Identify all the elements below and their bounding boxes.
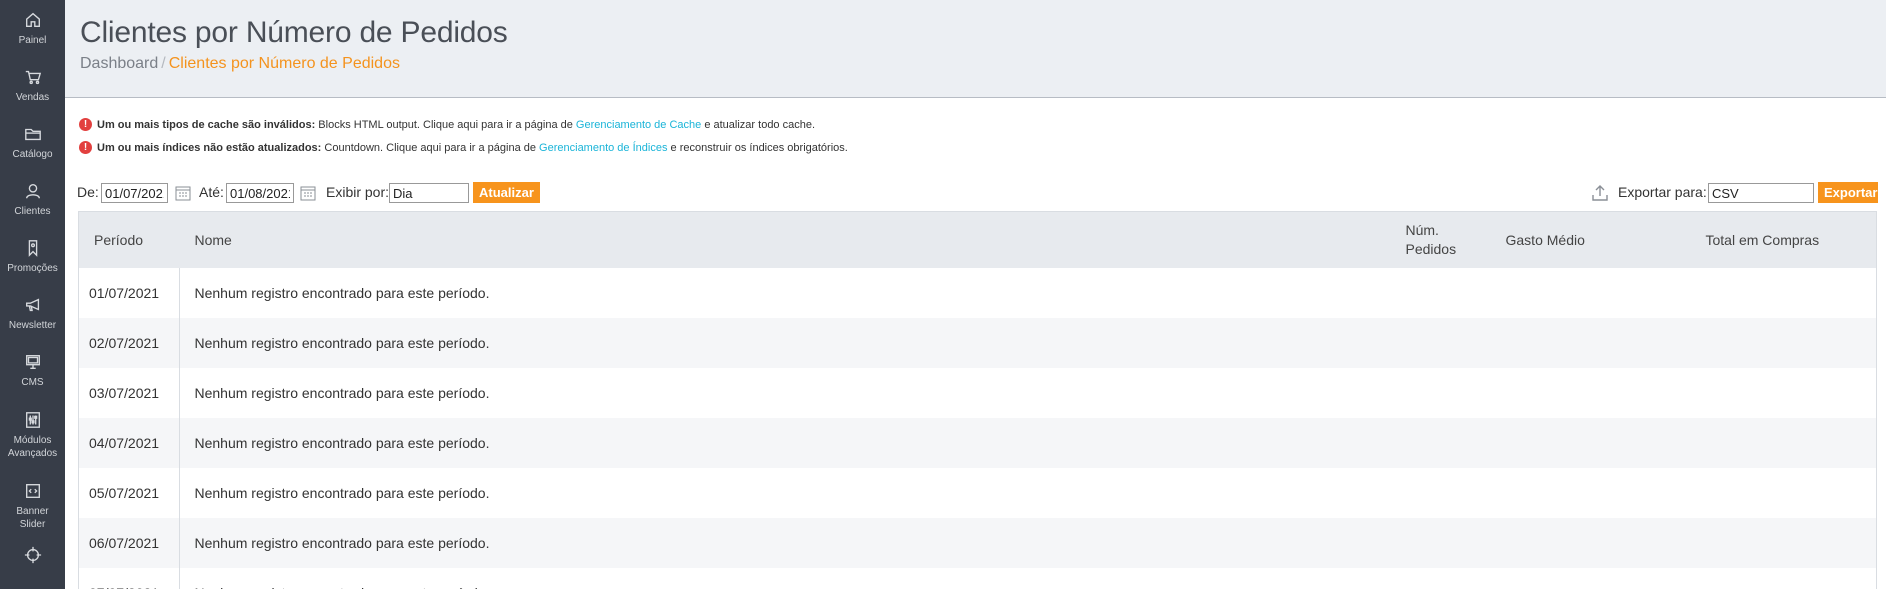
period-cell: 03/07/2021 <box>79 368 180 418</box>
tag-icon <box>23 238 43 258</box>
cache-notice: ! Um ou mais tipos de cache são inválido… <box>79 113 848 136</box>
sidebar-item-modulos-avancados[interactable]: Módulos Avançados <box>0 399 65 470</box>
sidebar-item-banner-slider[interactable]: Banner Slider <box>0 470 65 541</box>
sidebar-item-label: Clientes <box>14 206 51 217</box>
crosshair-icon <box>23 545 43 565</box>
home-icon <box>23 10 43 30</box>
column-header-orders[interactable]: Núm. Pedidos <box>1391 212 1491 268</box>
column-header-period[interactable]: Período <box>79 212 179 268</box>
table-row: 04/07/2021 Nenhum registro encontrado par… <box>79 418 1876 468</box>
name-cell: Nenhum registro encontrado para este per… <box>194 485 490 501</box>
cart-icon <box>23 67 43 87</box>
name-cell: Nenhum registro encontrado para este per… <box>194 285 490 301</box>
table-row: 05/07/2021 Nenhum registro encontrado par… <box>79 468 1876 518</box>
filter-bar: De: Até: Exibir por: Atualizar Exportar … <box>77 182 1878 204</box>
sidebar-item-newsletter[interactable]: Newsletter <box>0 285 65 342</box>
folder-icon <box>23 124 43 144</box>
report-grid: Período Nome Núm. Pedidos Gasto Médio To… <box>78 211 1877 589</box>
export-icon <box>1591 184 1609 202</box>
to-date-input[interactable] <box>226 183 294 203</box>
sidebar-item-label: Painel <box>18 35 47 46</box>
warning-icon: ! <box>79 141 92 154</box>
name-cell: Nenhum registro encontrado para este per… <box>194 435 490 451</box>
breadcrumb: Dashboard / Clientes por Número de Pedidos <box>80 55 400 73</box>
sidebar-item-label: Catálogo <box>12 149 53 160</box>
user-icon <box>23 181 43 201</box>
table-row: 07/07/2021Nenhum registro encontrado par… <box>79 568 1876 589</box>
from-date-input[interactable] <box>101 183 168 203</box>
report-table: Período Nome Núm. Pedidos Gasto Médio To… <box>79 212 1876 589</box>
monitor-icon <box>23 352 43 372</box>
sidebar: Painel Vendas Catálogo Clientes Promoçõe… <box>0 0 65 589</box>
sidebar-item-painel[interactable]: Painel <box>0 0 65 57</box>
calendar-icon[interactable] <box>300 185 316 201</box>
sidebar-item-promocoes[interactable]: Promoções <box>0 228 65 285</box>
column-header-name[interactable]: Nome <box>179 212 1391 268</box>
page-header: Clientes por Número de Pedidos Dashboard… <box>65 0 1886 98</box>
sidebar-item-more[interactable] <box>0 541 65 571</box>
sliders-icon <box>23 410 43 430</box>
sidebar-item-label: Banner Slider <box>16 505 49 530</box>
sidebar-item-label: Newsletter <box>8 320 57 331</box>
name-cell: Nenhum registro encontrado para este per… <box>194 385 490 401</box>
megaphone-icon <box>23 295 43 315</box>
breadcrumb-dashboard-link[interactable]: Dashboard <box>80 55 158 72</box>
period-label: Exibir por: <box>326 184 390 200</box>
warning-icon: ! <box>79 118 92 131</box>
breadcrumb-separator: / <box>161 55 166 72</box>
sidebar-item-catalogo[interactable]: Catálogo <box>0 114 65 171</box>
sidebar-item-vendas[interactable]: Vendas <box>0 57 65 114</box>
sidebar-item-label: CMS <box>21 377 44 388</box>
period-cell: 01/07/2021 <box>79 268 180 318</box>
export-format-select[interactable] <box>1708 183 1814 203</box>
sidebar-item-label: Módulos Avançados <box>7 434 58 459</box>
sidebar-item-clientes[interactable]: Clientes <box>0 171 65 228</box>
period-select[interactable] <box>389 183 469 203</box>
cache-management-link[interactable]: Gerenciamento de Cache <box>576 119 701 131</box>
period-cell: 04/07/2021 <box>79 418 180 468</box>
index-management-link[interactable]: Gerenciamento de Índices <box>539 142 667 154</box>
period-cell: 02/07/2021 <box>79 318 180 368</box>
name-cell: Nenhum registro encontrado para este per… <box>194 535 490 551</box>
notice-text: Um ou mais índices não estão atualizados… <box>97 141 848 154</box>
to-label: Até: <box>199 184 224 200</box>
sidebar-item-label: Promoções <box>7 263 58 274</box>
index-notice: ! Um ou mais índices não estão atualizad… <box>79 136 848 159</box>
from-label: De: <box>77 184 99 200</box>
page-title: Clientes por Número de Pedidos <box>80 16 508 49</box>
period-cell: 07/07/2021 <box>79 568 180 589</box>
notice-text: Um ou mais tipos de cache são inválidos:… <box>97 118 816 131</box>
period-cell: 06/07/2021 <box>79 518 180 568</box>
system-notices: ! Um ou mais tipos de cache são inválido… <box>79 113 848 159</box>
sidebar-item-cms[interactable]: CMS <box>0 342 65 399</box>
column-header-total[interactable]: Total em Compras <box>1691 212 1876 268</box>
table-row: 01/07/2021 Nenhum registro encontrado par… <box>79 268 1876 318</box>
sidebar-item-label: Vendas <box>15 92 50 103</box>
table-row: 02/07/2021 Nenhum registro encontrado par… <box>79 318 1876 368</box>
column-header-average[interactable]: Gasto Médio <box>1491 212 1691 268</box>
export-button[interactable]: Exportar <box>1818 182 1878 203</box>
period-cell: 05/07/2021 <box>79 468 180 518</box>
code-icon <box>23 481 43 501</box>
table-header-row: Período Nome Núm. Pedidos Gasto Médio To… <box>79 212 1876 268</box>
name-cell: Nenhum registro encontrado para este per… <box>194 335 490 351</box>
calendar-icon[interactable] <box>175 185 191 201</box>
name-cell: Nenhum registro encontrado para este per… <box>179 568 1391 589</box>
export-label: Exportar para: <box>1618 184 1707 200</box>
refresh-button[interactable]: Atualizar <box>473 182 540 203</box>
table-row: 03/07/2021 Nenhum registro encontrado par… <box>79 368 1876 418</box>
breadcrumb-current: Clientes por Número de Pedidos <box>168 55 400 72</box>
table-row: 06/07/2021 Nenhum registro encontrado par… <box>79 518 1876 568</box>
